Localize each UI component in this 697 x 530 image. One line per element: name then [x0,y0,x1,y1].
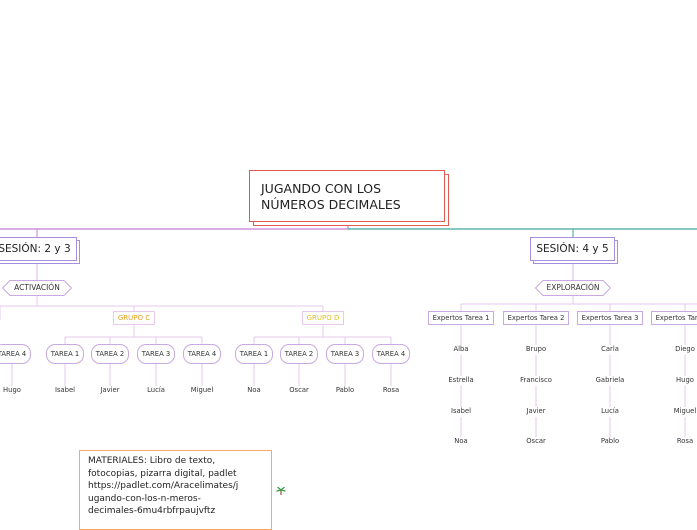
group-d-task-4[interactable]: TAREA 4 [372,344,410,364]
experts-label: Expertos Tarea 2 [507,314,565,322]
member-oscar: Oscar [289,386,309,394]
expert-member: Miguel [673,407,697,415]
task-label: TAREA 4 [376,350,406,358]
experts-label: Expertos Tarea 4 [655,314,697,322]
materials-topic[interactable]: MATERIALES: Libro de texto, fotocopias, … [79,450,272,530]
expert-member: Gabriela [595,376,625,384]
activacion-topic[interactable]: ACTIVACIÓN [2,280,72,296]
expert-member: Rosa [676,437,694,445]
expert-member: Hugo [676,376,694,384]
group-c-task-2[interactable]: TAREA 2 [91,344,129,364]
palm-tree-icon [276,481,286,500]
expert-member: Noa [454,437,468,445]
session-4-5-topic[interactable]: SESIÓN: 4 y 5 [530,237,615,261]
member-isabel: Isabel [54,386,76,394]
expert-member: Lucía [601,407,619,415]
group-c-task-1[interactable]: TAREA 1 [46,344,84,364]
task-label: TAREA 3 [330,350,360,358]
expert-member: Carla [601,345,619,353]
task-label: TAREA 2 [95,350,125,358]
expert-member: Francisco [520,376,552,384]
partial-task-label: TAREA 4 [0,350,27,358]
member-rosa: Rosa [382,386,400,394]
experts-task-2-topic[interactable]: Expertos Tarea 2 [503,311,569,325]
member-javier: Javier [100,386,120,394]
expert-member: Oscar [526,437,546,445]
member-lucia: Lucía [147,386,165,394]
task-label: TAREA 1 [239,350,269,358]
partial-member-label: Hugo [3,386,21,394]
expert-member: Diego [675,345,695,353]
member-noa: Noa [247,386,261,394]
group-d-task-1[interactable]: TAREA 1 [235,344,273,364]
exploracion-label: EXPLORACIÓN [546,283,600,292]
session-2-3-label: SESIÓN: 2 y 3 [0,243,71,255]
member-miguel: Miguel [190,386,214,394]
task-label: TAREA 4 [187,350,217,358]
experts-task-4-topic[interactable]: Expertos Tarea 4 [651,311,697,325]
session-2-3-topic[interactable]: SESIÓN: 2 y 3 [0,237,77,261]
task-label: TAREA 2 [284,350,314,358]
task-label: TAREA 3 [141,350,171,358]
root-topic[interactable]: JUGANDO CON LOS NÚMEROS DECIMALES [249,170,445,222]
experts-task-3-topic[interactable]: Expertos Tarea 3 [577,311,643,325]
group-c-label: GRUPO C [117,314,151,322]
expert-member: Javier [526,407,546,415]
task-label: TAREA 1 [50,350,80,358]
member-pablo: Pablo [335,386,355,394]
experts-label: Expertos Tarea 1 [432,314,490,322]
materials-link-line[interactable]: decimales-6mu4rbfrpaujvftz [88,505,271,518]
group-d-topic[interactable]: GRUPO D [302,311,344,325]
group-c-task-4[interactable]: TAREA 4 [183,344,221,364]
activacion-label: ACTIVACIÓN [14,283,60,292]
group-c-task-3[interactable]: TAREA 3 [137,344,175,364]
materials-line: MATERIALES: Libro de texto, [88,456,216,466]
materials-line: fotocopias, pizarra digital, padlet [88,468,237,479]
exploracion-topic[interactable]: EXPLORACIÓN [535,280,611,296]
group-d-label: GRUPO D [306,314,340,322]
expert-member: Estrella [448,376,474,384]
root-title-line2: NÚMEROS DECIMALES [261,197,401,212]
group-d-task-2[interactable]: TAREA 2 [280,344,318,364]
expert-member: Alba [453,345,469,353]
experts-task-1-topic[interactable]: Expertos Tarea 1 [428,311,494,325]
experts-label: Expertos Tarea 3 [581,314,639,322]
materials-link-line[interactable]: ugando-con-los-n-meros- [88,493,271,506]
root-title-line1: JUGANDO CON LOS [261,181,382,196]
expert-member: Isabel [450,407,472,415]
session-4-5-label: SESIÓN: 4 y 5 [536,243,609,255]
materials-link-line[interactable]: https://padlet.com/Aracelimates/j [88,480,271,493]
group-c-topic[interactable]: GRUPO C [113,311,155,325]
expert-member: Pablo [600,437,620,445]
expert-member: Brupo [525,345,547,353]
partial-task-topic[interactable]: TAREA 4 [0,344,31,364]
group-d-task-3[interactable]: TAREA 3 [326,344,364,364]
